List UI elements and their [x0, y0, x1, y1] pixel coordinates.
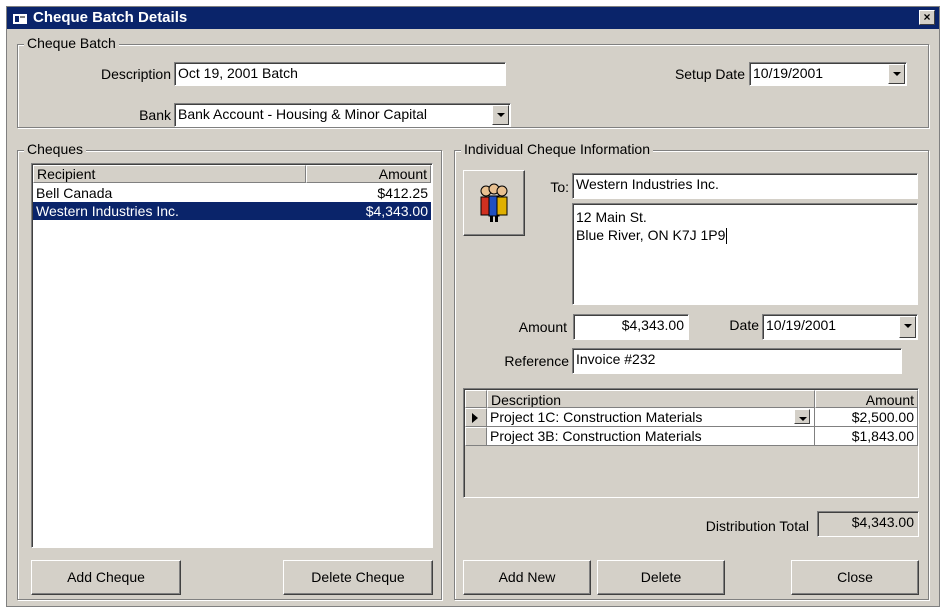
bank-select[interactable]: Bank Account - Housing & Minor Capital: [174, 103, 511, 127]
table-row-description[interactable]: Project 1C: Construction Materials: [487, 408, 815, 427]
address-field[interactable]: 12 Main St. Blue River, ON K7J 1P9: [572, 203, 918, 305]
delete-label: Delete: [640, 569, 682, 585]
cheque-batch-legend: Cheque Batch: [24, 35, 119, 51]
distribution-total-field: $4,343.00: [817, 511, 919, 537]
close-label: Close: [837, 569, 873, 585]
distribution-grid[interactable]: Description Amount Project 1C: Construct…: [463, 388, 919, 498]
description-label: Description: [100, 66, 171, 82]
setup-date-select[interactable]: 10/19/2001: [749, 62, 907, 86]
close-button[interactable]: Close: [791, 560, 919, 595]
close-window-button[interactable]: ×: [919, 10, 935, 25]
recipient-cell: Bell Canada: [36, 185, 113, 201]
to-value: Western Industries Inc.: [576, 176, 719, 192]
description-cell: Project 1C: Construction Materials: [490, 409, 703, 425]
description-field[interactable]: Oct 19, 2001 Batch: [174, 62, 506, 86]
amount-field[interactable]: $4,343.00: [573, 314, 689, 340]
bank-value: Bank Account - Housing & Minor Capital: [178, 106, 428, 122]
list-item[interactable]: Bell Canada $412.25: [33, 184, 431, 202]
delete-cheque-label: Delete Cheque: [311, 569, 405, 585]
setup-date-label: Setup Date: [674, 66, 745, 82]
distribution-total-label: Distribution Total: [705, 518, 809, 534]
distribution-total-value: $4,343.00: [851, 514, 914, 530]
people-icon: [480, 183, 508, 222]
add-cheque-button[interactable]: Add Cheque: [31, 560, 181, 595]
window-icon[interactable]: [13, 11, 27, 24]
reference-label: Reference: [504, 353, 569, 369]
address-line-2: Blue River, ON K7J 1P9: [576, 227, 728, 245]
column-header-recipient[interactable]: Recipient: [33, 165, 306, 183]
date-value: 10/19/2001: [766, 317, 837, 333]
column-header-description[interactable]: Description: [487, 390, 815, 408]
list-item-selected[interactable]: Western Industries Inc. $4,343.00: [33, 202, 431, 220]
row-selector[interactable]: [465, 427, 487, 446]
to-label: To:: [550, 179, 569, 195]
add-new-button[interactable]: Add New: [463, 560, 591, 595]
chevron-down-icon[interactable]: [492, 105, 509, 125]
amount-cell: $412.25: [377, 185, 428, 201]
grid-corner: [465, 390, 487, 408]
add-cheque-label: Add Cheque: [67, 569, 145, 585]
address-line-1: 12 Main St.: [576, 209, 647, 225]
reference-value: Invoice #232: [576, 351, 656, 367]
column-header-amount[interactable]: Amount: [815, 390, 918, 408]
window-title: Cheque Batch Details: [33, 9, 188, 26]
to-field[interactable]: Western Industries Inc.: [572, 173, 918, 199]
row-selector-current[interactable]: [465, 408, 487, 427]
chevron-down-icon[interactable]: [888, 64, 905, 84]
cheque-batch-window: Cheque Batch Details × Cheque Batch Desc…: [6, 6, 940, 607]
chevron-down-icon[interactable]: [794, 409, 810, 424]
date-label: Date: [729, 317, 759, 333]
recipient-cell: Western Industries Inc.: [36, 203, 179, 219]
reference-field[interactable]: Invoice #232: [572, 348, 902, 374]
add-new-label: Add New: [498, 569, 556, 585]
date-select[interactable]: 10/19/2001: [762, 314, 918, 340]
description-value: Oct 19, 2001 Batch: [178, 65, 298, 81]
contacts-button[interactable]: [463, 170, 525, 236]
amount-value: $4,343.00: [621, 317, 684, 333]
bank-label: Bank: [139, 107, 171, 123]
column-header-amount[interactable]: Amount: [306, 165, 431, 183]
chevron-down-icon[interactable]: [899, 316, 916, 338]
amount-cell[interactable]: $1,843.00: [815, 427, 918, 446]
title-bar: Cheque Batch Details ×: [7, 7, 939, 29]
individual-cheque-legend: Individual Cheque Information: [461, 141, 654, 157]
delete-button[interactable]: Delete: [597, 560, 725, 595]
cheques-legend: Cheques: [24, 141, 87, 157]
table-row-description[interactable]: Project 3B: Construction Materials: [487, 427, 815, 446]
amount-cell: $4,343.00: [365, 203, 428, 219]
cheques-list[interactable]: Recipient Amount Bell Canada $412.25 Wes…: [31, 163, 433, 548]
amount-label: Amount: [518, 319, 567, 335]
amount-cell[interactable]: $2,500.00: [815, 408, 918, 427]
setup-date-value: 10/19/2001: [753, 65, 824, 81]
delete-cheque-button[interactable]: Delete Cheque: [283, 560, 433, 595]
